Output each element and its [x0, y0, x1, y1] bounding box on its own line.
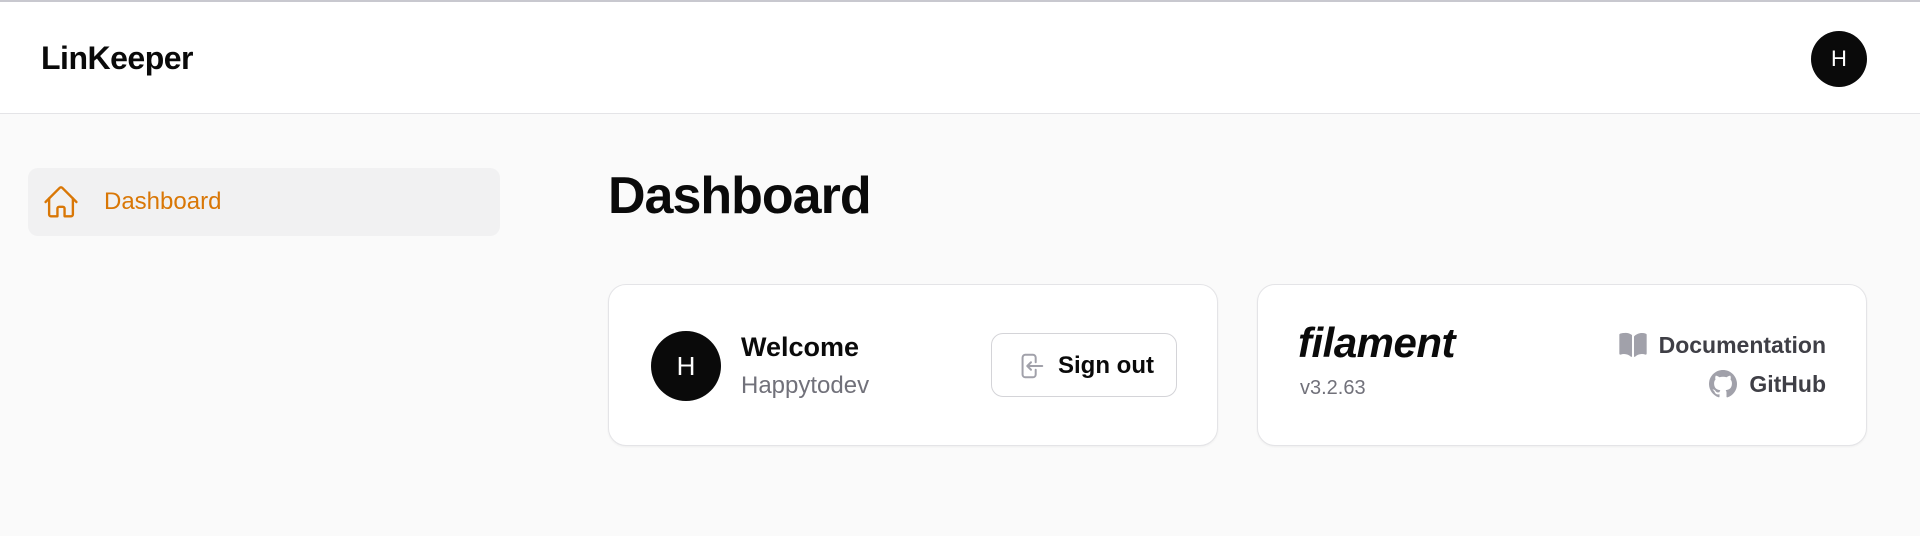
welcome-card: H Welcome Happytodev Sign out: [608, 284, 1218, 446]
filament-version: v3.2.63: [1300, 377, 1366, 399]
username: Happytodev: [741, 372, 870, 399]
user-avatar[interactable]: H: [1811, 31, 1867, 87]
page-title: Dashboard: [608, 167, 872, 225]
documentation-link[interactable]: Documentation: [1617, 329, 1826, 361]
welcome-title: Welcome: [741, 332, 860, 362]
home-icon: [42, 183, 80, 221]
github-link[interactable]: GitHub: [1707, 368, 1826, 400]
documentation-label: Documentation: [1658, 331, 1826, 358]
sign-out-label: Sign out: [1058, 352, 1154, 379]
sign-out-button[interactable]: Sign out: [991, 333, 1177, 397]
book-icon: [1617, 329, 1649, 361]
avatar: H: [651, 331, 721, 401]
sidebar-item-label: Dashboard: [104, 188, 222, 215]
github-icon: [1707, 368, 1739, 400]
filament-logo: filament: [1298, 319, 1456, 366]
app-brand[interactable]: LinKeeper: [41, 40, 193, 77]
sidebar-item-dashboard[interactable]: Dashboard: [28, 168, 500, 236]
github-label: GitHub: [1749, 370, 1826, 397]
top-bar: LinKeeper H: [0, 0, 1920, 114]
filament-card: filament v3.2.63 Documentation GitHub: [1257, 284, 1867, 446]
sign-out-icon: [1016, 351, 1046, 381]
